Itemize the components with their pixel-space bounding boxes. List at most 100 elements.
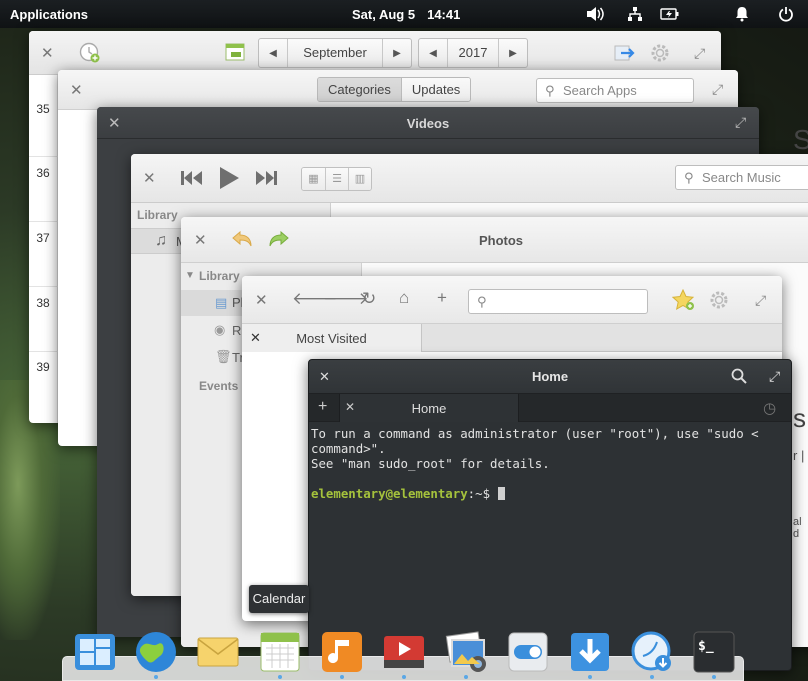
search-icon: ⚲ (545, 83, 555, 98)
running-indicator (712, 675, 716, 679)
week-number: 39 (36, 360, 50, 374)
running-indicator (402, 675, 406, 679)
search-music-input[interactable]: ⚲ Search Music (675, 165, 808, 190)
text-cursor (497, 487, 505, 500)
new-tab-icon[interactable]: + (318, 398, 327, 416)
terminal-line: To run a command as administrator (user … (311, 426, 759, 441)
next-month-button[interactable]: ▶ (383, 48, 411, 59)
running-indicator (154, 675, 158, 679)
maximize-icon[interactable]: ⤢ (712, 82, 723, 96)
videos-icon[interactable] (382, 630, 426, 674)
gear-icon[interactable] (708, 289, 730, 314)
window-title: Videos (406, 116, 450, 131)
view-mode-switcher: ▦ ☰ ▥ (301, 167, 372, 191)
power-icon[interactable] (778, 6, 794, 25)
top-panel: Applications Sat, Aug 5 14:41 (0, 0, 808, 28)
running-indicator (588, 675, 592, 679)
datetime-indicator[interactable]: Sat, Aug 5 14:41 (352, 7, 460, 22)
column-view-icon[interactable]: ▥ (348, 168, 371, 190)
content-fragment: r | (793, 448, 805, 463)
system-settings-icon[interactable] (506, 630, 550, 674)
month-label: September (287, 39, 383, 67)
epiphany-download-icon[interactable] (630, 630, 674, 674)
new-tab-icon[interactable]: + (437, 288, 447, 308)
history-icon[interactable]: ◷ (763, 399, 776, 417)
running-indicator (650, 675, 654, 679)
calendar-icon[interactable] (258, 630, 302, 674)
add-event-icon[interactable] (225, 43, 247, 66)
mail-icon[interactable] (196, 630, 240, 674)
maximize-icon[interactable]: ⤢ (694, 46, 705, 60)
network-icon[interactable] (627, 6, 643, 25)
volume-icon[interactable] (585, 6, 605, 25)
play-icon[interactable] (218, 166, 240, 193)
calendar-clock-icon[interactable] (79, 42, 101, 67)
tab-most-visited[interactable]: ✕ Most Visited (242, 324, 422, 352)
week-number: 37 (36, 231, 50, 245)
dock-tooltip: Calendar (249, 585, 309, 613)
gear-icon[interactable] (649, 42, 671, 67)
export-icon[interactable] (614, 44, 636, 65)
window-title: Photos (478, 233, 524, 248)
music-icon[interactable] (320, 630, 364, 674)
week-number: 36 (36, 166, 50, 180)
terminal-output[interactable]: To run a command as administrator (user … (309, 422, 791, 505)
previous-track-icon[interactable] (179, 168, 203, 191)
tab-categories[interactable]: Categories (318, 78, 401, 101)
url-entry[interactable]: ⚲ (468, 289, 648, 314)
window-title: Home (531, 369, 569, 384)
month-switcher: ◀ September ▶ (258, 38, 412, 68)
search-icon[interactable] (731, 368, 747, 387)
prev-year-button[interactable]: ◀ (419, 48, 447, 59)
content-fragment: s (793, 403, 806, 433)
appcenter-headerbar: ✕ Categories Updates ⚲ Search Apps ⤢ (58, 70, 738, 110)
grid-view-icon[interactable]: ▦ (302, 168, 325, 190)
terminal-prompt: elementary@elementary:~$ (311, 486, 789, 501)
tab-home[interactable]: ✕ Home (339, 394, 519, 422)
terminal-icon[interactable]: $_ (692, 630, 736, 674)
web-tab-bar: ✕ Most Visited (242, 324, 782, 352)
music-note-icon: ♫ (155, 232, 167, 249)
close-icon[interactable]: ✕ (70, 83, 83, 98)
content-fragment: al d (793, 516, 802, 540)
year-switcher: ◀ 2017 ▶ (418, 38, 528, 68)
close-icon[interactable]: ✕ (143, 171, 156, 186)
tab-label: Most Visited (296, 331, 367, 346)
notifications-icon[interactable] (734, 6, 750, 25)
year-label: 2017 (447, 39, 499, 67)
videos-headerbar: ✕ Videos ⤢ (97, 107, 759, 139)
appcenter-icon[interactable] (568, 630, 612, 674)
prev-month-button[interactable]: ◀ (259, 48, 287, 59)
list-view-icon[interactable]: ☰ (325, 168, 348, 190)
battery-icon[interactable] (660, 6, 680, 25)
close-icon[interactable]: ✕ (255, 293, 268, 308)
bookmark-star-icon[interactable] (671, 288, 696, 314)
sidebar-heading: Library (199, 269, 240, 283)
close-icon[interactable]: ✕ (41, 46, 54, 61)
home-icon[interactable]: ⌂ (399, 288, 409, 308)
maximize-icon[interactable]: ⤢ (735, 115, 746, 129)
multitasking-view-icon[interactable] (73, 630, 117, 674)
calendar-headerbar: ✕ ◀ September ▶ ◀ 2017 ▶ ⤢ (29, 31, 721, 75)
search-apps-input[interactable]: ⚲ Search Apps (536, 78, 694, 103)
tab-updates[interactable]: Updates (400, 78, 471, 101)
reload-icon[interactable]: ↻ (362, 289, 376, 309)
search-music-placeholder: Search Music (702, 170, 781, 185)
svg-text:$_: $_ (698, 639, 714, 654)
expander-icon[interactable]: ▼ (185, 270, 195, 281)
terminal-headerbar: ✕ Home ⤢ (309, 360, 791, 393)
photos-icon: ▤ (215, 295, 228, 310)
applications-menu[interactable]: Applications (10, 7, 88, 22)
music-title-fragment: S (793, 124, 808, 155)
next-year-button[interactable]: ▶ (499, 48, 527, 59)
search-apps-placeholder: Search Apps (563, 83, 637, 98)
photos-headerbar: ✕ Photos (181, 217, 808, 263)
time-label: 14:41 (427, 7, 461, 22)
maximize-icon[interactable]: ⤢ (755, 293, 766, 307)
terminal-line: command>". (311, 441, 386, 456)
photos-icon[interactable] (444, 630, 488, 674)
next-track-icon[interactable] (255, 168, 279, 191)
web-browser-icon[interactable] (134, 630, 178, 674)
maximize-icon[interactable]: ⤢ (769, 369, 780, 383)
